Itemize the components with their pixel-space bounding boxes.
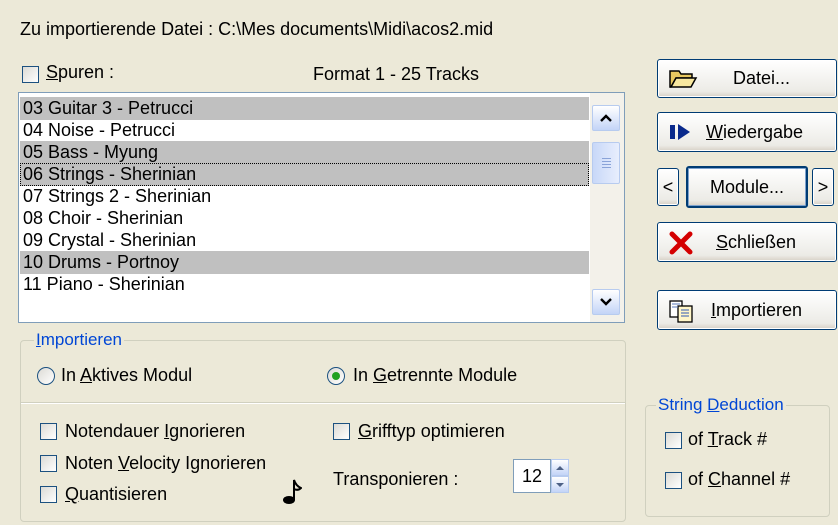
track-list-item[interactable]: 06 Strings - Sherinian [20, 163, 589, 186]
of-channel-label[interactable]: of Channel # [688, 469, 790, 490]
module-prev-label: < [662, 176, 674, 197]
arrow-up-icon [556, 465, 564, 470]
spuren-label[interactable]: Spuren : [46, 62, 114, 83]
aktives-modul-label[interactable]: In Aktives Modul [61, 365, 192, 386]
getrennte-module-radio[interactable] [327, 367, 345, 385]
chevron-down-icon [600, 298, 612, 306]
aktives-modul-radio[interactable] [37, 367, 55, 385]
importieren-button-label: Importieren [711, 299, 803, 320]
scroll-down-button[interactable] [592, 289, 620, 315]
chevron-up-icon [600, 114, 612, 122]
module-next-button[interactable]: > [812, 168, 834, 206]
transponieren-input[interactable]: 12 [513, 459, 551, 493]
scroll-up-button[interactable] [592, 105, 620, 131]
track-list[interactable]: 03 Guitar 3 - Petrucci 04 Noise - Petrucc… [18, 92, 625, 323]
import-group-title: Importieren [34, 330, 124, 350]
of-track-checkbox[interactable] [665, 432, 682, 449]
arrow-down-icon [556, 482, 564, 487]
spuren-label-rest: puren : [58, 62, 115, 82]
string-deduction-title: String Deduction [656, 395, 786, 415]
datei-button-label: Datei... [733, 68, 791, 88]
of-channel-checkbox[interactable] [665, 472, 682, 489]
spuren-mnemonic: S [46, 62, 59, 82]
transponieren-spinner[interactable] [551, 459, 569, 493]
velocity-checkbox[interactable] [40, 455, 57, 472]
track-list-scrollbar[interactable] [590, 93, 624, 322]
notendauer-checkbox[interactable] [40, 423, 57, 440]
module-next-label: > [817, 176, 829, 197]
string-deduction-group [645, 405, 830, 517]
module-prev-button[interactable]: < [657, 168, 679, 206]
transponieren-label: Transponieren : [333, 469, 459, 489]
grifftyp-checkbox[interactable] [333, 423, 350, 440]
file-path-label: Zu importierende Datei : C:\Mes document… [20, 19, 494, 39]
spuren-checkbox[interactable] [22, 66, 39, 83]
module-button[interactable]: Module... [686, 166, 808, 208]
format-label: Format 1 - 25 Tracks [313, 64, 480, 84]
getrennte-module-label[interactable]: In Getrennte Module [353, 365, 517, 386]
grifftyp-label[interactable]: Grifftyp optimieren [358, 421, 505, 442]
wiedergabe-button-label: Wiedergabe [706, 121, 804, 142]
of-track-label[interactable]: of Track # [688, 429, 767, 450]
track-list-item[interactable]: 09 Crystal - Sherinian [20, 229, 589, 252]
track-list-item[interactable]: 10 Drums - Portnoy [20, 251, 589, 274]
folder-open-icon [669, 70, 698, 88]
wiedergabe-button[interactable]: Wiedergabe [657, 112, 837, 152]
track-list-item[interactable]: 04 Noise - Petrucci [20, 119, 589, 142]
track-list-item[interactable]: 11 Piano - Sherinian [20, 273, 589, 296]
spin-down-button[interactable] [551, 476, 569, 493]
schliessen-button[interactable]: Schließen [657, 222, 837, 262]
import-group-divider [21, 402, 625, 403]
scroll-thumb[interactable] [592, 142, 620, 184]
import-document-icon [669, 300, 693, 323]
red-x-icon [669, 231, 693, 255]
importieren-button[interactable]: Importieren [657, 290, 837, 330]
spin-up-button[interactable] [551, 459, 569, 476]
quantisieren-checkbox[interactable] [40, 486, 57, 503]
play-icon [670, 124, 690, 140]
track-list-item[interactable]: 05 Bass - Myung [20, 141, 589, 164]
track-list-item[interactable]: 07 Strings 2 - Sherinian [20, 185, 589, 208]
notendauer-label[interactable]: Notendauer Ignorieren [65, 421, 245, 442]
track-list-item[interactable]: 03 Guitar 3 - Petrucci [20, 97, 589, 120]
schliessen-button-label: Schließen [716, 231, 797, 252]
datei-button[interactable]: Datei... [657, 59, 837, 98]
track-list-item[interactable]: 08 Choir - Sherinian [20, 207, 589, 230]
music-note-icon [283, 479, 302, 504]
module-button-label: Module... [709, 176, 785, 197]
quantisieren-label[interactable]: Quantisieren [65, 484, 167, 505]
velocity-label[interactable]: Noten Velocity Ignorieren [65, 453, 266, 474]
